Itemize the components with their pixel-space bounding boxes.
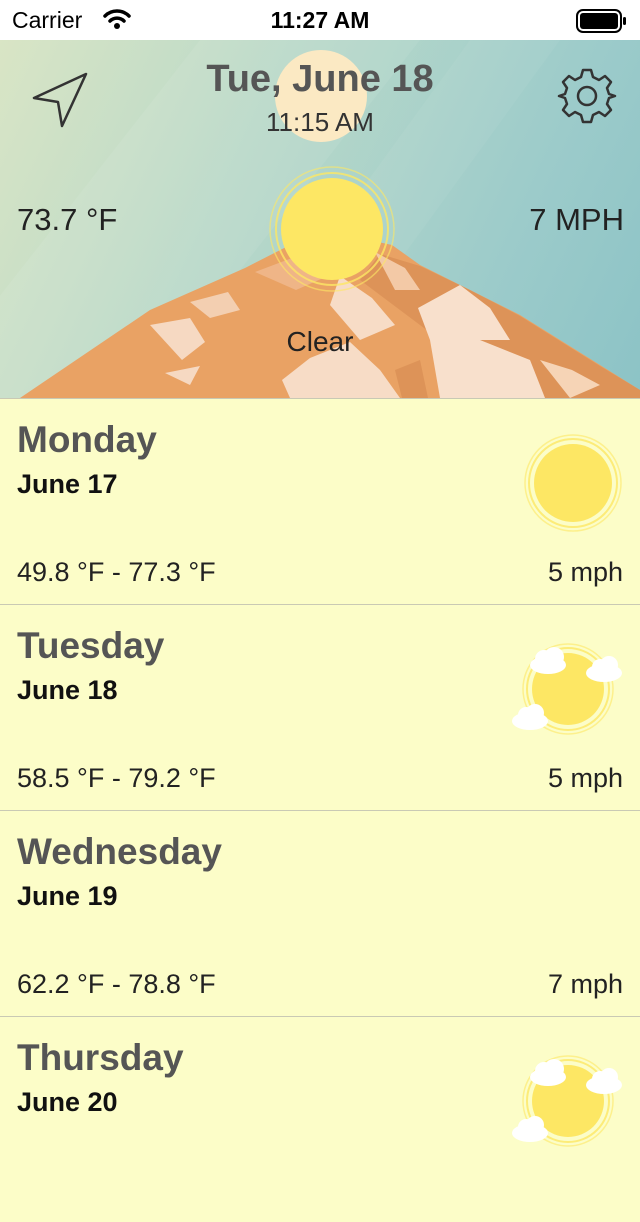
- day-temperature-range: 58.5 °F - 79.2 °F: [17, 763, 216, 793]
- sun-cloud-icon: [508, 1045, 628, 1165]
- current-condition: Clear: [286, 326, 354, 357]
- forecast-row-wednesday[interactable]: Wednesday June 19 62.2 °F - 78.8 °F 7 mp…: [0, 810, 640, 1016]
- forecast-row-thursday[interactable]: Thursday June 20: [0, 1016, 640, 1222]
- day-wind-speed: 5 mph: [547, 557, 623, 587]
- day-date: June 20: [17, 1087, 118, 1117]
- forecast-row-tuesday[interactable]: Tuesday June 18 58.5 °F - 79.2 °F 5 mph: [0, 604, 640, 810]
- day-name: Wednesday: [17, 831, 222, 872]
- sun-cloud-icon: [508, 633, 628, 753]
- forecast-list[interactable]: Monday June 17 49.8 °F - 77.3 °F 5 mph T…: [0, 398, 640, 1222]
- day-wind-speed: 5 mph: [547, 763, 623, 793]
- forecast-row-monday[interactable]: Monday June 17 49.8 °F - 77.3 °F 5 mph: [0, 398, 640, 604]
- day-temperature-range: 62.2 °F - 78.8 °F: [17, 969, 216, 999]
- current-date: Tue, June 18: [206, 58, 434, 100]
- day-name: Thursday: [17, 1037, 184, 1078]
- day-name: Tuesday: [17, 625, 165, 666]
- gear-icon[interactable]: [553, 62, 621, 130]
- current-time: 11:15 AM: [266, 107, 374, 137]
- current-temperature: 73.7 °F: [17, 202, 118, 237]
- day-name: Monday: [17, 419, 157, 460]
- day-date: June 17: [17, 469, 118, 499]
- current-wind-speed: 7 MPH: [529, 202, 624, 237]
- battery-icon: [576, 9, 628, 38]
- status-bar: Carrier 11:27 AM: [0, 0, 640, 40]
- day-temperature-range: 49.8 °F - 77.3 °F: [17, 557, 216, 587]
- current-weather-header: Tue, June 18 11:15 AM 73.7 °F 7 MPH Clea…: [0, 40, 640, 398]
- status-time: 11:27 AM: [270, 7, 370, 33]
- day-wind-speed: 7 mph: [547, 969, 623, 999]
- day-date: June 19: [17, 881, 118, 911]
- sun-icon: [508, 427, 628, 547]
- day-date: June 18: [17, 675, 118, 705]
